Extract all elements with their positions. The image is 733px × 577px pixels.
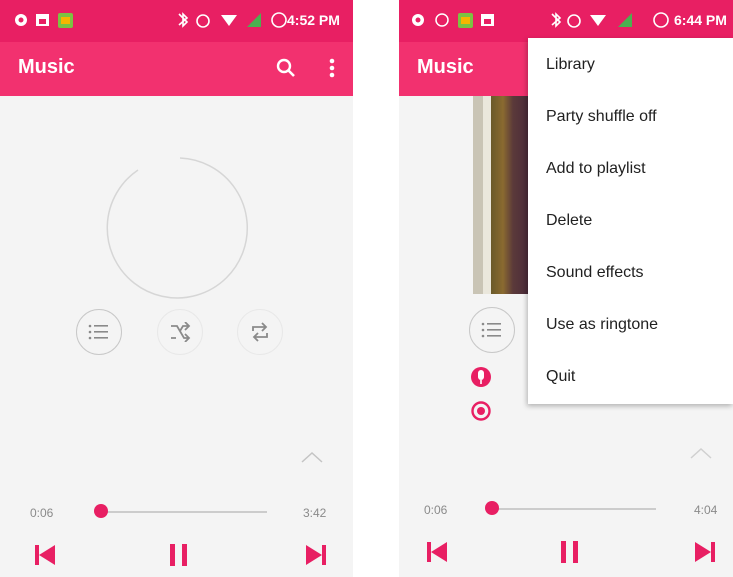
menu-item-label: Sound effects: [546, 264, 644, 281]
repeat-button[interactable]: [237, 309, 283, 355]
menu-item-library[interactable]: Library: [528, 40, 733, 92]
menu-item-delete[interactable]: Delete: [528, 196, 733, 248]
shuffle-icon: [171, 322, 191, 342]
app-title: Music: [18, 56, 75, 78]
queue-list-icon: [88, 324, 108, 340]
menu-item-sound-effects[interactable]: Sound effects: [528, 248, 733, 300]
left-phone-screen: 4:52 PM Music 0:06 3:42: [0, 0, 353, 577]
record-icon[interactable]: [470, 400, 492, 422]
menu-item-label: Quit: [546, 368, 576, 385]
menu-item-label: Use as ringtone: [546, 316, 659, 333]
shuffle-button[interactable]: [157, 309, 203, 355]
seek-bar-track[interactable]: [100, 511, 267, 513]
search-icon[interactable]: [275, 57, 297, 79]
next-icon[interactable]: [695, 542, 717, 562]
album-art-placeholder: [106, 157, 248, 299]
total-time: 3:42: [303, 506, 327, 520]
total-time: 4:04: [694, 503, 718, 517]
repeat-icon: [252, 322, 268, 342]
elapsed-time: 0:06: [424, 503, 448, 517]
menu-item-party-shuffle[interactable]: Party shuffle off: [528, 92, 733, 144]
menu-item-label: Party shuffle off: [546, 108, 657, 125]
notification-icons: [15, 13, 73, 28]
queue-list-button[interactable]: [76, 309, 122, 355]
overflow-menu: Library Party shuffle off Add to playlis…: [528, 38, 733, 404]
app-bar: Music: [0, 42, 353, 96]
menu-item-label: Add to playlist: [546, 160, 646, 177]
expand-up-icon[interactable]: [300, 450, 324, 464]
notification-icons: [412, 13, 494, 28]
system-status-icons: [178, 12, 287, 28]
next-icon[interactable]: [306, 545, 328, 565]
menu-item-add-to-playlist[interactable]: Add to playlist: [528, 144, 733, 196]
menu-item-use-as-ringtone[interactable]: Use as ringtone: [528, 300, 733, 352]
seek-bar-track[interactable]: [492, 508, 656, 510]
battery-icon: [653, 12, 669, 28]
queue-list-icon: [481, 322, 501, 338]
pause-icon[interactable]: [170, 544, 188, 566]
seek-bar-thumb[interactable]: [94, 504, 108, 518]
elapsed-time: 0:06: [30, 506, 54, 520]
system-status-icons: [551, 12, 632, 28]
previous-icon[interactable]: [35, 545, 57, 565]
microphone-icon[interactable]: [470, 366, 492, 390]
seek-bar-thumb[interactable]: [485, 501, 499, 515]
status-time: 4:52 PM: [287, 12, 340, 28]
overflow-menu-icon[interactable]: [327, 57, 337, 79]
status-time: 6:44 PM: [674, 12, 727, 28]
pause-icon[interactable]: [561, 541, 579, 563]
menu-item-label: Delete: [546, 212, 593, 229]
previous-icon[interactable]: [427, 542, 449, 562]
app-title: Music: [417, 56, 474, 78]
album-art: [473, 96, 529, 294]
expand-up-icon[interactable]: [689, 446, 713, 460]
menu-item-quit[interactable]: Quit: [528, 352, 733, 404]
queue-list-button[interactable]: [469, 307, 515, 353]
menu-item-label: Library: [546, 56, 595, 73]
status-bar: 4:52 PM: [0, 0, 353, 42]
